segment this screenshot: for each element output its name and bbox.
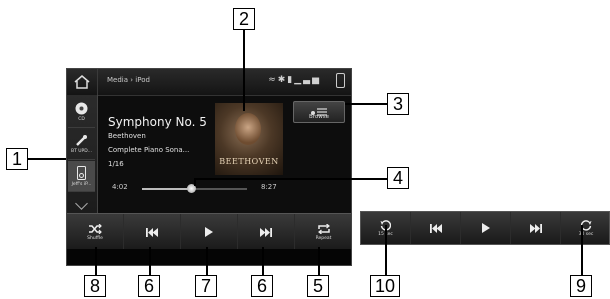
alternate-playback-controls: 15 sec 30 sec: [360, 211, 610, 245]
screen-bottom-edge: [67, 249, 351, 265]
home-button[interactable]: [67, 69, 98, 95]
previous-track-icon: [146, 227, 158, 237]
shuffle-button[interactable]: Shuffle: [67, 214, 124, 250]
callout-7: 7: [195, 275, 217, 297]
callout-2: 2: [233, 8, 255, 30]
browse-label: Browse: [308, 114, 330, 120]
portrait-figure: [235, 113, 261, 145]
signal-icon: ▁▃▅: [294, 75, 321, 85]
callout-6: 6: [138, 275, 160, 297]
ipod-icon: [77, 165, 86, 180]
artist-name: Beethoven: [108, 132, 146, 140]
elapsed-time: 4:02: [112, 183, 128, 191]
next-button[interactable]: [511, 212, 561, 244]
total-time: 8:27: [261, 183, 277, 191]
top-bar: Media › iPod ≈✱▮▁▃▅: [67, 69, 351, 96]
source-item-bt[interactable]: BT UPD...: [68, 129, 95, 160]
callout-line-8: [95, 247, 97, 275]
callout-10: 10: [370, 275, 400, 297]
callout-6-second: 6: [251, 275, 273, 297]
shuffle-icon: [89, 223, 102, 234]
callout-line-7: [206, 247, 208, 275]
media-screen: Media › iPod ≈✱▮▁▃▅ CD BT UPD... Jeff's …: [66, 68, 352, 266]
source-item-ipod[interactable]: Jeff's iP...: [68, 161, 95, 192]
source-item-cd[interactable]: CD: [68, 97, 95, 128]
callout-line-5: [318, 247, 320, 275]
previous-track-icon: [429, 223, 442, 233]
callout-line-10: [385, 225, 387, 275]
bluetooth-icon: ✱: [277, 75, 288, 85]
cd-icon: [75, 102, 88, 115]
source-label: CD: [78, 117, 85, 122]
callout-line-2: [243, 29, 245, 111]
bluetooth-audio-icon: [76, 135, 87, 146]
album-name: Complete Piano Sona...: [108, 146, 190, 154]
play-icon: [481, 223, 490, 233]
callout-3: 3: [387, 93, 409, 115]
callout-line-4b: [194, 178, 196, 186]
chevron-down-icon[interactable]: [75, 197, 88, 210]
repeat-icon: [317, 223, 330, 234]
callout-line-9: [581, 225, 583, 275]
repeat-label: Repeat: [315, 235, 332, 241]
source-label: Jeff's iP...: [71, 181, 92, 187]
source-label: BT UPD...: [70, 149, 93, 154]
callout-line-4: [194, 178, 387, 180]
repeat-button[interactable]: Repeat: [295, 214, 351, 250]
seek-bar[interactable]: [142, 184, 247, 193]
skip-forward-30-button[interactable]: 30 sec: [561, 212, 610, 244]
callout-8: 8: [84, 275, 106, 297]
home-icon: [74, 75, 90, 89]
callout-5: 5: [307, 275, 329, 297]
status-icons: ≈✱▮▁▃▅: [268, 75, 321, 85]
seek-bar-fill: [142, 188, 192, 190]
play-button[interactable]: [181, 214, 238, 250]
breadcrumb: Media › iPod: [107, 76, 150, 84]
callout-line-1: [28, 158, 66, 160]
wifi-icon: ≈: [268, 75, 278, 85]
track-count: 1/16: [108, 160, 124, 168]
play-button[interactable]: [461, 212, 511, 244]
phone-icon: [336, 73, 345, 88]
callout-line-3: [345, 103, 387, 105]
callout-line-6a: [149, 247, 151, 275]
source-list: CD BT UPD... Jeff's iP...: [67, 95, 98, 213]
next-track-icon: [529, 223, 542, 233]
shuffle-label: Shuffle: [87, 235, 103, 241]
play-icon: [205, 227, 213, 237]
next-track-icon: [260, 227, 272, 237]
next-button[interactable]: [238, 214, 295, 250]
album-art-text: BEETHOVEN: [219, 157, 279, 166]
previous-button[interactable]: [411, 212, 461, 244]
callout-4: 4: [387, 167, 409, 189]
callout-line-6b: [262, 247, 264, 275]
callout-1: 1: [6, 148, 28, 170]
browse-button[interactable]: Browse: [293, 101, 345, 123]
callout-9: 9: [570, 275, 592, 297]
previous-button[interactable]: [124, 214, 181, 250]
playback-controls: Shuffle Repeat: [67, 213, 351, 250]
track-title: Symphony No. 5: [108, 115, 207, 129]
album-art: BEETHOVEN: [215, 103, 283, 175]
